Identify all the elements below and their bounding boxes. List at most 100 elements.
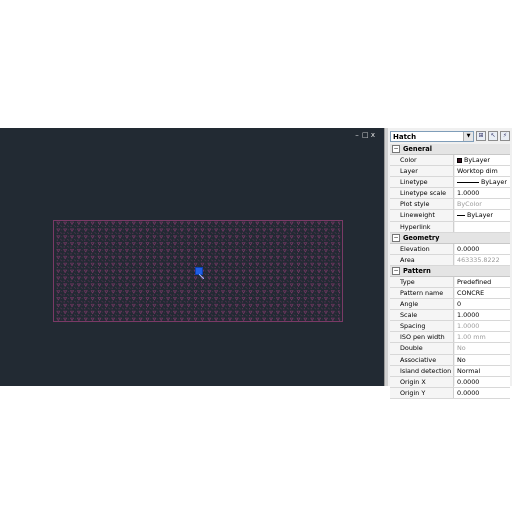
close-icon[interactable]: x [370, 131, 378, 139]
section-title: General [403, 145, 433, 153]
property-value[interactable]: 0.0000 [455, 376, 510, 387]
property-value[interactable]: 0.0000 [455, 387, 510, 398]
cursor-icon [199, 274, 204, 279]
property-label: Origin Y [390, 387, 454, 398]
property-row[interactable]: Island detection s...Normal [390, 365, 510, 377]
properties-palette: Hatch ▼ ⊞ ↖ ⚡ − General Color ByLayer Layer W… [388, 128, 512, 399]
object-type-dropdown[interactable]: Hatch ▼ [390, 131, 474, 142]
section-title: Geometry [403, 233, 440, 242]
property-label: Spacing [390, 321, 454, 332]
property-value[interactable]: Normal [455, 365, 510, 376]
property-value[interactable]: ByLayer [455, 210, 510, 221]
property-label: Elevation [390, 243, 454, 254]
chevron-down-icon: ▼ [463, 132, 473, 141]
property-value[interactable]: No [455, 354, 510, 365]
property-label: Layer [390, 166, 454, 177]
property-row[interactable]: Origin Y 0.0000 [390, 387, 510, 399]
property-value[interactable]: No [455, 343, 510, 354]
property-label: Double [390, 343, 454, 354]
property-row[interactable]: Linetype ByLayer [390, 177, 510, 189]
collapse-icon[interactable]: − [392, 233, 400, 242]
property-value-text: 1.0000 [457, 311, 480, 320]
property-value[interactable]: ByLayer [455, 155, 510, 166]
property-row[interactable]: Color ByLayer [390, 155, 510, 167]
property-value-text: Worktop dim [457, 167, 498, 176]
drawing-viewport[interactable]: –□x [0, 128, 384, 386]
property-value[interactable]: ByColor [455, 199, 510, 210]
property-value[interactable] [455, 221, 510, 232]
section-geometry[interactable]: − Geometry [390, 232, 510, 244]
section-pattern[interactable]: − Pattern [390, 265, 510, 277]
viewport-window-controls: –□x [354, 131, 378, 139]
property-row[interactable]: Type Predefined [390, 276, 510, 288]
property-value-text: ByLayer [481, 178, 507, 187]
property-value-text: 0.0000 [457, 388, 480, 397]
property-value-text: 1.0000 [457, 189, 480, 198]
property-label: Plot style [390, 199, 454, 210]
object-type-label: Hatch [393, 133, 417, 141]
quick-select-button[interactable]: ⚡ [500, 131, 510, 141]
minimize-icon[interactable]: – [354, 131, 362, 139]
property-label: Hyperlink [390, 221, 454, 232]
property-label: Associative [390, 354, 454, 365]
property-value[interactable]: ByLayer [455, 177, 510, 188]
property-label: Lineweight [390, 210, 454, 221]
property-value[interactable]: 463335.8222 [455, 254, 510, 265]
property-row[interactable]: Scale 1.0000 [390, 310, 510, 322]
property-label: Pattern name [390, 287, 454, 299]
property-value-text: Normal [457, 366, 481, 375]
select-objects-button[interactable]: ↖ [488, 131, 498, 141]
property-label: Island detection s... [390, 365, 454, 376]
collapse-icon[interactable]: − [392, 145, 400, 153]
property-value[interactable]: 0 [455, 299, 510, 310]
property-value[interactable]: 1.0000 [455, 310, 510, 321]
property-label: Origin X [390, 376, 454, 387]
property-value[interactable]: 1.00 mm [455, 332, 510, 343]
restore-icon[interactable]: □ [362, 131, 370, 139]
property-value[interactable]: 1.0000 [455, 321, 510, 332]
collapse-icon[interactable]: − [392, 266, 400, 275]
section-general[interactable]: − General [390, 144, 510, 155]
property-row[interactable]: ISO pen width 1.00 mm [390, 332, 510, 344]
color-swatch-icon [457, 157, 462, 163]
toggle-pickadd-button[interactable]: ⊞ [476, 131, 486, 141]
property-value[interactable]: Worktop dim [455, 166, 510, 177]
property-value-text: 0.0000 [457, 377, 480, 386]
property-row[interactable]: Pattern name CONCRE [390, 287, 510, 300]
property-label: Angle [390, 299, 454, 310]
section-title: Pattern [403, 266, 431, 275]
property-row[interactable]: Layer Worktop dim [390, 166, 510, 178]
property-value[interactable]: 1.0000 [455, 188, 510, 199]
property-row[interactable]: Plot style ByColor [390, 199, 510, 211]
property-value-text: CONCRE [457, 288, 485, 297]
property-value[interactable]: 0.0000 [455, 243, 510, 254]
property-label: Type [390, 276, 454, 287]
property-row[interactable]: Area 463335.8222 [390, 254, 510, 266]
property-label: Area [390, 254, 454, 265]
property-row[interactable]: Spacing 1.0000 [390, 321, 510, 333]
property-value-text: ByLayer [467, 211, 493, 220]
property-row[interactable]: Lineweight ByLayer [390, 210, 510, 222]
property-row[interactable]: Origin X 0.0000 [390, 376, 510, 388]
property-value-text: No [457, 355, 466, 364]
property-value[interactable]: CONCRE [455, 287, 510, 299]
property-value-text: No [457, 344, 466, 353]
property-value-text: 0.0000 [457, 244, 480, 253]
property-row[interactable]: Associative No [390, 354, 510, 366]
property-value-text: ByLayer [464, 156, 490, 164]
property-label: Linetype [390, 177, 454, 188]
quick-select-icon: ⚡ [502, 132, 508, 139]
property-value-text: 463335.8222 [457, 255, 500, 264]
property-value-text: ByColor [457, 200, 482, 209]
property-value-text: 0 [457, 300, 462, 309]
property-row[interactable]: Hyperlink [390, 221, 510, 233]
property-value-text: Predefined [457, 277, 492, 286]
property-row[interactable]: Linetype scale 1.0000 [390, 188, 510, 200]
property-value-text: 1.0000 [457, 322, 480, 331]
property-value[interactable]: Predefined [455, 276, 510, 287]
property-row[interactable]: Angle 0 [390, 299, 510, 311]
property-row[interactable]: Elevation 0.0000 [390, 243, 510, 255]
property-label: Color [390, 155, 454, 166]
linetype-preview-icon [457, 214, 465, 216]
property-row[interactable]: Double No [390, 343, 510, 355]
